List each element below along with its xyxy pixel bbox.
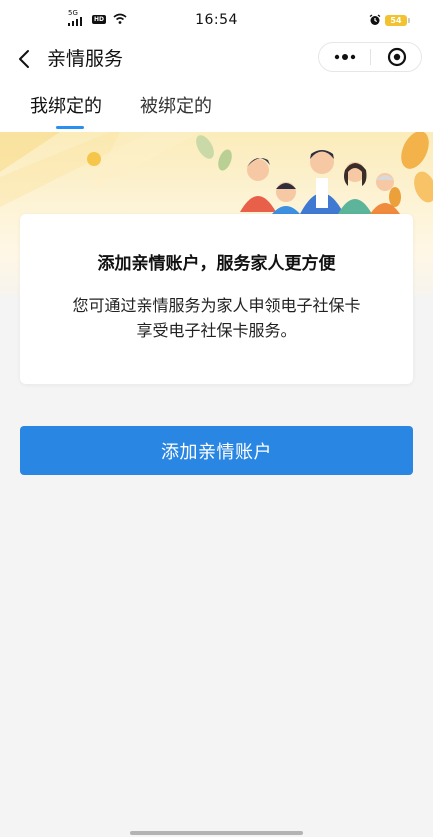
chevron-left-icon bbox=[19, 50, 29, 68]
tab-my-bound[interactable]: 我绑定的 bbox=[30, 95, 102, 119]
card-desc-line-2: 享受电子社保卡服务。 bbox=[136, 321, 297, 340]
card-description: 您可通过亲情服务为家人申领电子社保卡 享受电子社保卡服务。 bbox=[20, 293, 413, 343]
more-dots-icon bbox=[334, 54, 356, 60]
more-button[interactable] bbox=[319, 43, 371, 71]
card-desc-line-1: 您可通过亲情服务为家人申领电子社保卡 bbox=[72, 296, 361, 315]
home-indicator bbox=[130, 831, 303, 835]
nav-bar: 亲情服务 bbox=[0, 40, 433, 78]
mini-program-capsule bbox=[318, 42, 422, 72]
tab-bound-by-others[interactable]: 被绑定的 bbox=[140, 95, 212, 119]
target-close-icon bbox=[387, 47, 407, 67]
tab-bar: 我绑定的 被绑定的 bbox=[0, 78, 433, 132]
page-title: 亲情服务 bbox=[47, 48, 124, 70]
back-button[interactable] bbox=[12, 46, 36, 72]
battery-icon: 54 bbox=[385, 15, 410, 26]
alarm-icon bbox=[369, 14, 381, 25]
app-screen: 5G HD 16:54 54 亲情服务 我绑定的 被绑定的 添加亲情账户，服务家… bbox=[0, 0, 433, 837]
status-bar: 5G HD 16:54 54 bbox=[0, 0, 433, 40]
add-family-account-button[interactable]: 添加亲情账户 bbox=[20, 426, 413, 475]
intro-card: 添加亲情账户，服务家人更方便 您可通过亲情服务为家人申领电子社保卡 享受电子社保… bbox=[20, 214, 413, 384]
tab-active-indicator bbox=[56, 126, 84, 129]
card-title: 添加亲情账户，服务家人更方便 bbox=[97, 254, 336, 274]
close-button[interactable] bbox=[371, 43, 423, 71]
